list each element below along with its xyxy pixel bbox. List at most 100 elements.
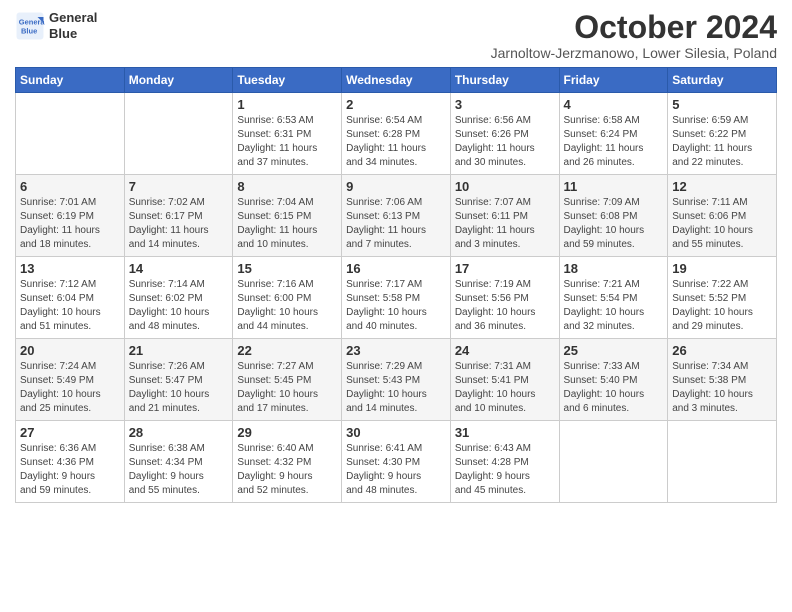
day-number: 15 xyxy=(237,261,337,276)
calendar-cell: 3 Sunrise: 6:56 AM Sunset: 6:26 PM Daylig… xyxy=(450,93,559,175)
day-info: Sunrise: 6:58 AM Sunset: 6:24 PM Dayligh… xyxy=(564,114,664,170)
day-number: 18 xyxy=(564,261,664,276)
calendar-table: SundayMondayTuesdayWednesdayThursdayFrid… xyxy=(15,67,777,503)
day-info: Sunrise: 6:53 AM Sunset: 6:31 PM Dayligh… xyxy=(237,114,337,170)
calendar-cell: 28 Sunrise: 6:38 AM Sunset: 4:34 PM Dayli… xyxy=(124,421,233,503)
calendar-cell: 15 Sunrise: 7:16 AM Sunset: 6:00 PM Dayli… xyxy=(233,257,342,339)
calendar-cell: 23Sunrise: 7:29 AM Sunset: 5:43 PM Dayli… xyxy=(342,339,451,421)
calendar-week-row: 6 Sunrise: 7:01 AM Sunset: 6:19 PM Daylig… xyxy=(16,175,777,257)
calendar-cell: 8 Sunrise: 7:04 AM Sunset: 6:15 PM Daylig… xyxy=(233,175,342,257)
day-number: 20 xyxy=(20,343,120,358)
weekday-header-friday: Friday xyxy=(559,68,668,93)
weekday-header-wednesday: Wednesday xyxy=(342,68,451,93)
day-info: Sunrise: 7:02 AM Sunset: 6:17 PM Dayligh… xyxy=(129,196,229,252)
title-block: October 2024 Jarnoltow-Jerzmanowo, Lower… xyxy=(491,10,777,61)
day-number: 26 xyxy=(672,343,772,358)
day-number: 31 xyxy=(455,425,555,440)
day-number: 10 xyxy=(455,179,555,194)
logo-text: General Blue xyxy=(49,10,97,41)
calendar-cell: 4Sunrise: 6:58 AM Sunset: 6:24 PM Daylig… xyxy=(559,93,668,175)
calendar-cell: 9 Sunrise: 7:06 AM Sunset: 6:13 PM Daylig… xyxy=(342,175,451,257)
calendar-cell: 6 Sunrise: 7:01 AM Sunset: 6:19 PM Daylig… xyxy=(16,175,125,257)
calendar-cell: 29Sunrise: 6:40 AM Sunset: 4:32 PM Dayli… xyxy=(233,421,342,503)
day-info: Sunrise: 6:40 AM Sunset: 4:32 PM Dayligh… xyxy=(237,442,337,498)
day-number: 25 xyxy=(564,343,664,358)
day-info: Sunrise: 7:27 AM Sunset: 5:45 PM Dayligh… xyxy=(237,360,337,416)
weekday-header-thursday: Thursday xyxy=(450,68,559,93)
calendar-cell xyxy=(559,421,668,503)
calendar-cell xyxy=(124,93,233,175)
logo: General Blue General Blue xyxy=(15,10,97,41)
weekday-header-tuesday: Tuesday xyxy=(233,68,342,93)
day-number: 3 xyxy=(455,97,555,112)
day-number: 11 xyxy=(564,179,664,194)
calendar-cell: 2 Sunrise: 6:54 AM Sunset: 6:28 PM Daylig… xyxy=(342,93,451,175)
page-header: General Blue General Blue October 2024 J… xyxy=(15,10,777,61)
calendar-week-row: 20 Sunrise: 7:24 AM Sunset: 5:49 PM Dayli… xyxy=(16,339,777,421)
calendar-cell xyxy=(668,421,777,503)
calendar-cell: 25 Sunrise: 7:33 AM Sunset: 5:40 PM Dayli… xyxy=(559,339,668,421)
day-number: 21 xyxy=(129,343,229,358)
day-number: 13 xyxy=(20,261,120,276)
calendar-cell: 17 Sunrise: 7:19 AM Sunset: 5:56 PM Dayli… xyxy=(450,257,559,339)
weekday-header-saturday: Saturday xyxy=(668,68,777,93)
day-info: Sunrise: 7:06 AM Sunset: 6:13 PM Dayligh… xyxy=(346,196,446,252)
day-number: 7 xyxy=(129,179,229,194)
day-number: 6 xyxy=(20,179,120,194)
weekday-header-monday: Monday xyxy=(124,68,233,93)
day-info: Sunrise: 7:16 AM Sunset: 6:00 PM Dayligh… xyxy=(237,278,337,334)
calendar-body: 1Sunrise: 6:53 AM Sunset: 6:31 PM Daylig… xyxy=(16,93,777,503)
day-number: 9 xyxy=(346,179,446,194)
day-number: 27 xyxy=(20,425,120,440)
day-info: Sunrise: 7:04 AM Sunset: 6:15 PM Dayligh… xyxy=(237,196,337,252)
day-info: Sunrise: 7:24 AM Sunset: 5:49 PM Dayligh… xyxy=(20,360,120,416)
day-number: 17 xyxy=(455,261,555,276)
day-number: 28 xyxy=(129,425,229,440)
calendar-week-row: 1Sunrise: 6:53 AM Sunset: 6:31 PM Daylig… xyxy=(16,93,777,175)
day-info: Sunrise: 6:56 AM Sunset: 6:26 PM Dayligh… xyxy=(455,114,555,170)
calendar-cell: 10 Sunrise: 7:07 AM Sunset: 6:11 PM Dayli… xyxy=(450,175,559,257)
day-info: Sunrise: 7:17 AM Sunset: 5:58 PM Dayligh… xyxy=(346,278,446,334)
calendar-cell: 18Sunrise: 7:21 AM Sunset: 5:54 PM Dayli… xyxy=(559,257,668,339)
logo-icon: General Blue xyxy=(15,11,45,41)
day-info: Sunrise: 7:01 AM Sunset: 6:19 PM Dayligh… xyxy=(20,196,120,252)
day-info: Sunrise: 7:07 AM Sunset: 6:11 PM Dayligh… xyxy=(455,196,555,252)
day-info: Sunrise: 6:54 AM Sunset: 6:28 PM Dayligh… xyxy=(346,114,446,170)
calendar-cell: 12Sunrise: 7:11 AM Sunset: 6:06 PM Dayli… xyxy=(668,175,777,257)
month-title: October 2024 xyxy=(491,10,777,45)
day-number: 12 xyxy=(672,179,772,194)
day-number: 22 xyxy=(237,343,337,358)
day-info: Sunrise: 6:43 AM Sunset: 4:28 PM Dayligh… xyxy=(455,442,555,498)
day-number: 2 xyxy=(346,97,446,112)
calendar-cell: 16 Sunrise: 7:17 AM Sunset: 5:58 PM Dayli… xyxy=(342,257,451,339)
day-number: 30 xyxy=(346,425,446,440)
calendar-cell: 7 Sunrise: 7:02 AM Sunset: 6:17 PM Daylig… xyxy=(124,175,233,257)
calendar-cell: 21 Sunrise: 7:26 AM Sunset: 5:47 PM Dayli… xyxy=(124,339,233,421)
calendar-cell: 19Sunrise: 7:22 AM Sunset: 5:52 PM Dayli… xyxy=(668,257,777,339)
day-number: 14 xyxy=(129,261,229,276)
calendar-cell: 24 Sunrise: 7:31 AM Sunset: 5:41 PM Dayli… xyxy=(450,339,559,421)
calendar-cell: 30Sunrise: 6:41 AM Sunset: 4:30 PM Dayli… xyxy=(342,421,451,503)
calendar-cell: 11 Sunrise: 7:09 AM Sunset: 6:08 PM Dayli… xyxy=(559,175,668,257)
calendar-cell: 14Sunrise: 7:14 AM Sunset: 6:02 PM Dayli… xyxy=(124,257,233,339)
day-info: Sunrise: 7:29 AM Sunset: 5:43 PM Dayligh… xyxy=(346,360,446,416)
calendar-week-row: 13Sunrise: 7:12 AM Sunset: 6:04 PM Dayli… xyxy=(16,257,777,339)
day-info: Sunrise: 6:38 AM Sunset: 4:34 PM Dayligh… xyxy=(129,442,229,498)
day-number: 24 xyxy=(455,343,555,358)
calendar-cell xyxy=(16,93,125,175)
day-info: Sunrise: 7:34 AM Sunset: 5:38 PM Dayligh… xyxy=(672,360,772,416)
location: Jarnoltow-Jerzmanowo, Lower Silesia, Pol… xyxy=(491,45,777,61)
day-number: 5 xyxy=(672,97,772,112)
day-info: Sunrise: 7:33 AM Sunset: 5:40 PM Dayligh… xyxy=(564,360,664,416)
day-number: 16 xyxy=(346,261,446,276)
calendar-cell: 27 Sunrise: 6:36 AM Sunset: 4:36 PM Dayli… xyxy=(16,421,125,503)
day-info: Sunrise: 7:26 AM Sunset: 5:47 PM Dayligh… xyxy=(129,360,229,416)
day-info: Sunrise: 7:19 AM Sunset: 5:56 PM Dayligh… xyxy=(455,278,555,334)
day-info: Sunrise: 6:36 AM Sunset: 4:36 PM Dayligh… xyxy=(20,442,120,498)
day-info: Sunrise: 6:59 AM Sunset: 6:22 PM Dayligh… xyxy=(672,114,772,170)
calendar-cell: 31 Sunrise: 6:43 AM Sunset: 4:28 PM Dayli… xyxy=(450,421,559,503)
day-number: 8 xyxy=(237,179,337,194)
day-info: Sunrise: 7:09 AM Sunset: 6:08 PM Dayligh… xyxy=(564,196,664,252)
day-info: Sunrise: 7:31 AM Sunset: 5:41 PM Dayligh… xyxy=(455,360,555,416)
day-number: 19 xyxy=(672,261,772,276)
